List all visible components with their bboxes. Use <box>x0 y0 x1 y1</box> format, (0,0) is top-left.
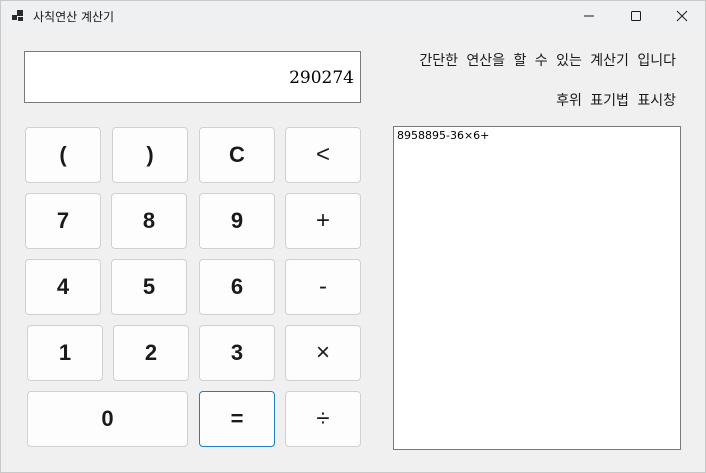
result-display: 290274 <box>24 51 361 103</box>
postfix-label: 후위 표기법 표시창 <box>556 93 676 109</box>
title-bar: 사칙연산 계산기 <box>1 1 705 31</box>
digit-0-button[interactable]: 0 <box>27 391 188 447</box>
backspace-button[interactable]: < <box>285 127 361 183</box>
multiply-button[interactable]: × <box>285 325 361 381</box>
digit-9-button[interactable]: 9 <box>199 193 275 249</box>
digit-5-button[interactable]: 5 <box>111 259 187 315</box>
maximize-icon <box>631 11 641 21</box>
close-paren-button[interactable]: ) <box>112 127 188 183</box>
postfix-textbox[interactable]: 8958895-36×6+ <box>393 126 681 450</box>
clear-button[interactable]: C <box>199 127 275 183</box>
open-paren-button[interactable]: ( <box>25 127 101 183</box>
close-icon <box>676 10 688 22</box>
maximize-button[interactable] <box>613 1 659 31</box>
digit-1-button[interactable]: 1 <box>27 325 103 381</box>
digit-6-button[interactable]: 6 <box>199 259 275 315</box>
divide-button[interactable]: ÷ <box>285 391 361 447</box>
equals-button[interactable]: = <box>199 391 275 447</box>
window-title: 사칙연산 계산기 <box>33 10 115 24</box>
digit-8-button[interactable]: 8 <box>111 193 187 249</box>
digit-7-button[interactable]: 7 <box>25 193 101 249</box>
digit-3-button[interactable]: 3 <box>199 325 275 381</box>
minus-button[interactable]: - <box>285 259 361 315</box>
app-icon <box>12 10 23 21</box>
minimize-button[interactable] <box>566 1 612 31</box>
description-label: 간단한 연산을 할 수 있는 계산기 입니다 <box>419 53 676 69</box>
close-button[interactable] <box>659 1 705 31</box>
plus-button[interactable]: + <box>285 193 361 249</box>
digit-4-button[interactable]: 4 <box>25 259 101 315</box>
minimize-icon <box>584 15 594 17</box>
digit-2-button[interactable]: 2 <box>113 325 189 381</box>
calculator-window: 사칙연산 계산기 290274 ( ) C < 7 8 9 + 4 5 6 - … <box>0 0 706 473</box>
